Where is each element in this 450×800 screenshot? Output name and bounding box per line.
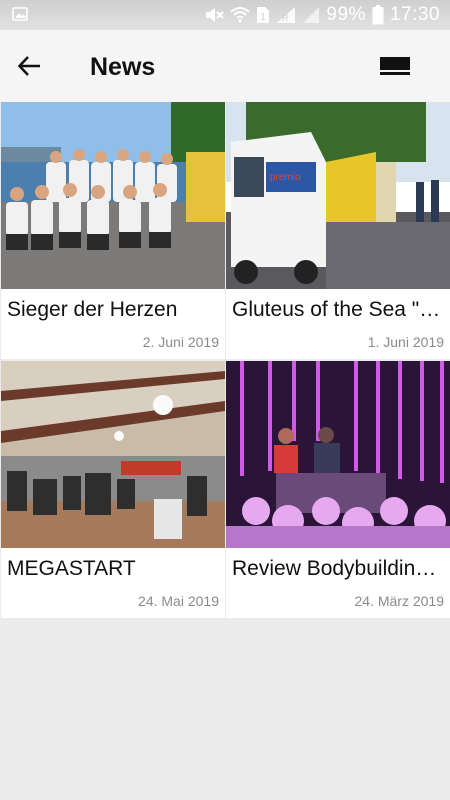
wifi-icon xyxy=(230,7,251,23)
news-title: Review Bodybuilding S… xyxy=(232,557,446,580)
view-toggle-icon[interactable] xyxy=(378,54,412,78)
battery-percent: 99% xyxy=(326,4,366,25)
sim-1-icon: 1 xyxy=(257,7,270,23)
svg-text:R: R xyxy=(282,13,289,23)
news-date: 2. Juni 2019 xyxy=(142,334,219,350)
news-card[interactable]: premio Gluteus of the Sea "cle… 1. Juni … xyxy=(226,102,450,359)
mute-icon xyxy=(206,8,225,22)
image-notification-icon xyxy=(12,7,28,21)
news-card[interactable]: Review Bodybuilding S… 24. März 2019 xyxy=(226,361,450,618)
signal-icon xyxy=(303,7,320,23)
news-image xyxy=(1,102,225,289)
clock: 17:30 xyxy=(389,4,440,25)
news-image xyxy=(226,361,450,548)
news-date: 24. März 2019 xyxy=(354,593,445,609)
news-card[interactable]: Sieger der Herzen 2. Juni 2019 xyxy=(1,102,225,359)
news-image xyxy=(1,361,225,548)
news-title: Gluteus of the Sea "cle… xyxy=(232,298,446,321)
news-image: premio xyxy=(226,102,450,289)
battery-icon xyxy=(372,5,384,25)
signal-r-icon: R xyxy=(277,7,296,23)
news-card[interactable]: MEGASTART 24. Mai 2019 xyxy=(1,361,225,618)
page-title: News xyxy=(90,53,156,81)
svg-text:premio: premio xyxy=(270,172,301,183)
news-title: MEGASTART xyxy=(7,557,136,580)
status-bar: 1 R 99% 17:30 xyxy=(0,0,450,30)
app-bar: News xyxy=(0,30,450,102)
arrow-back-icon[interactable] xyxy=(16,52,44,80)
svg-text:1: 1 xyxy=(261,12,267,23)
news-date: 24. Mai 2019 xyxy=(138,593,219,609)
news-title: Sieger der Herzen xyxy=(7,298,178,321)
news-date: 1. Juni 2019 xyxy=(367,334,444,350)
